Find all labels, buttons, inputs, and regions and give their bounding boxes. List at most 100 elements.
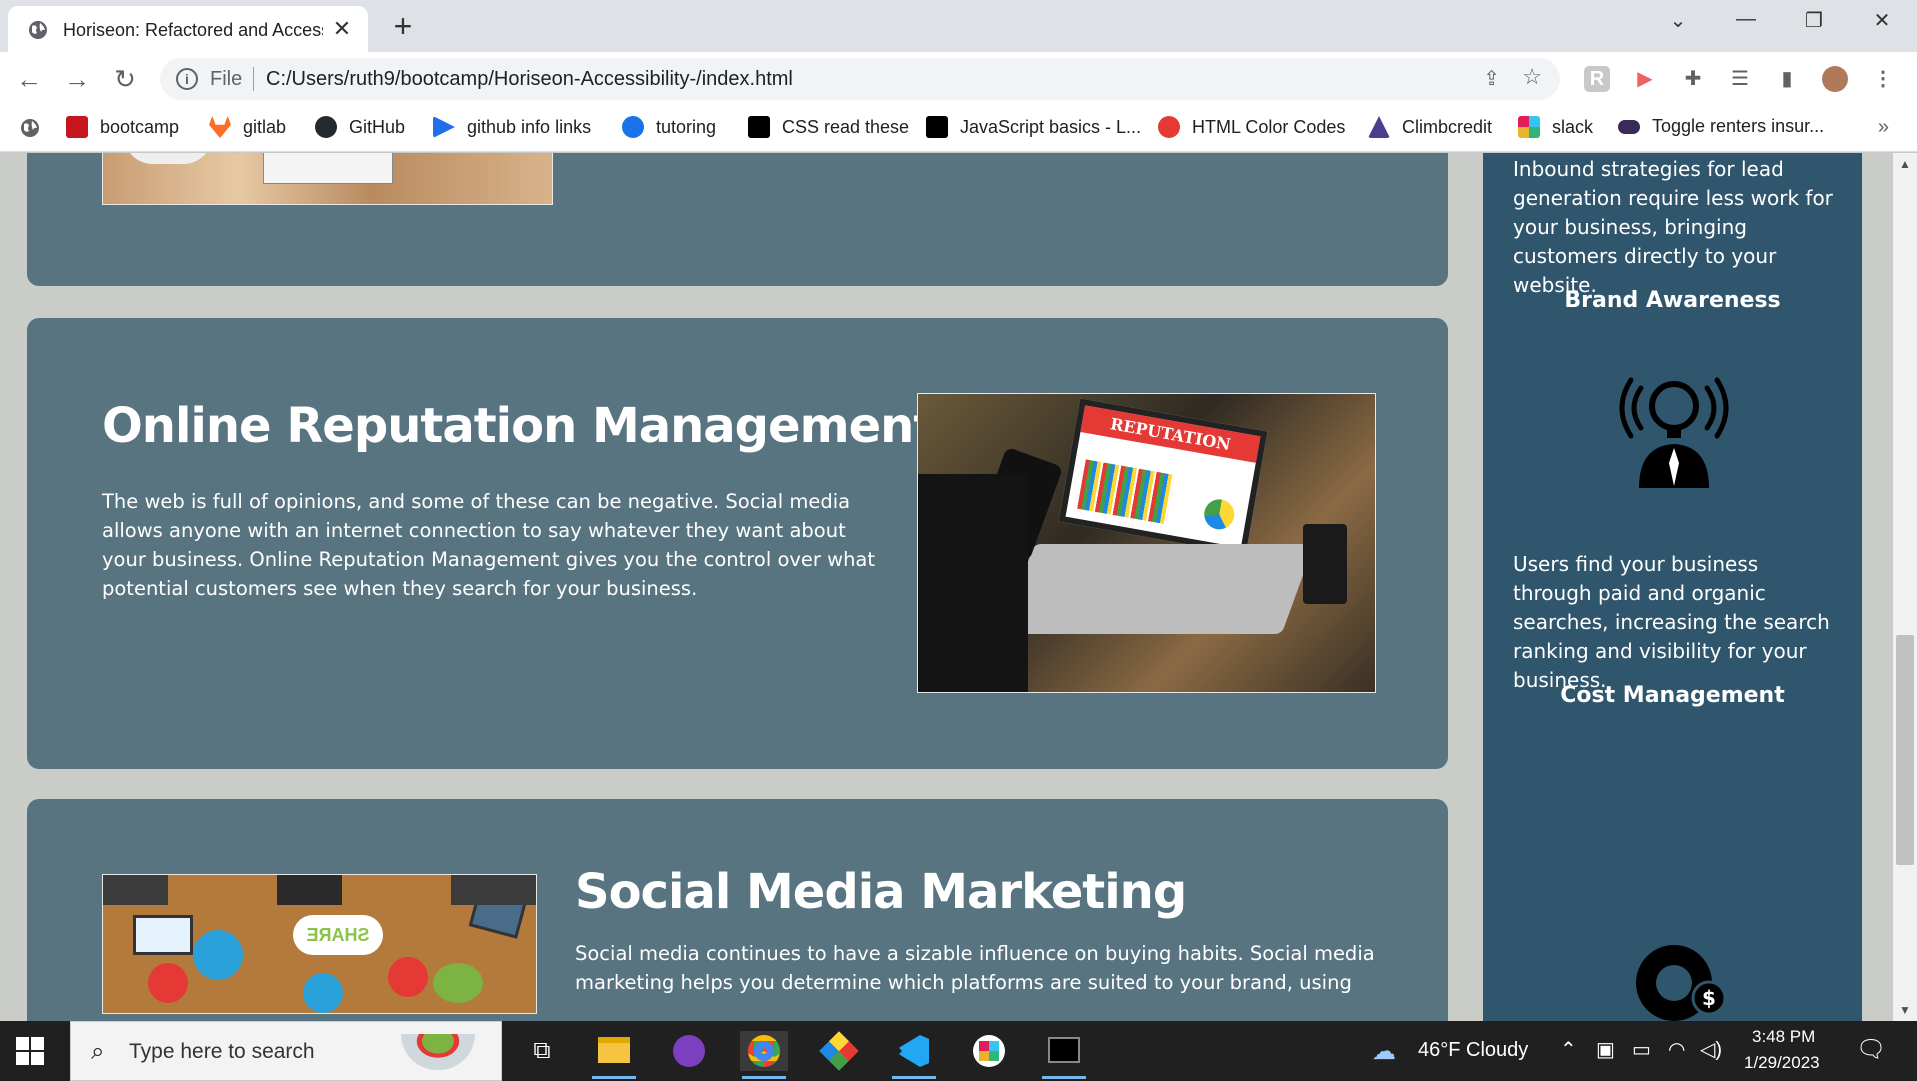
benefits-sidebar: Inbound strategies for lead generation r… [1483,153,1862,1021]
scrollbar-thumb[interactable] [1896,635,1914,865]
windows-start-icon[interactable] [16,1037,44,1065]
tab-strip: Horiseon: Refactored and Accessible ✕ + … [0,0,1917,52]
brand-awareness-icon [1619,377,1729,488]
scroll-up-icon[interactable]: ▲ [1893,157,1917,171]
chart-graphic [1077,459,1175,525]
extensions-puzzle-icon[interactable]: ✚ [1680,66,1706,92]
cost-management-icon: $ [1636,945,1727,1021]
info-icon[interactable]: i [176,68,198,90]
bookmark-toggle-renters[interactable]: Toggle renters insur... [1618,116,1824,137]
lead-generation-card [27,153,1448,286]
reading-list-icon[interactable]: ☰ [1727,66,1753,92]
scroll-down-icon[interactable]: ▼ [1893,1003,1917,1017]
github-icon [315,116,337,138]
address-bar[interactable]: i File C:/Users/ruth9/bootcamp/Horiseon-… [160,58,1560,100]
clock-time[interactable]: 3:48 PM [1752,1027,1815,1047]
extension-r-icon[interactable]: R [1584,66,1610,92]
extension-play-icon[interactable]: ▶ [1632,66,1658,92]
side-panel-icon[interactable]: ▮ [1774,66,1800,92]
windows-taskbar: ⌕ Type here to search ⧉ ☁ 46°F Cloudy ⌃ … [0,1021,1917,1081]
meet-now-icon[interactable]: ▣ [1596,1037,1615,1062]
share-bubble: SHARE [293,915,383,955]
tablet-shape [133,915,193,955]
tab-search-chevron-icon[interactable]: ⌄ [1658,8,1698,33]
more-bookmarks-chevron-icon[interactable]: » [1878,116,1889,139]
page-viewport: Online Reputation Management The web is … [0,153,1893,1021]
globe-icon [29,21,47,39]
climbcredit-icon [1368,116,1390,138]
taskbar-search-box[interactable]: ⌕ Type here to search [70,1021,502,1081]
reputation-heading: Online Reputation Management [102,398,936,454]
chrome-icon[interactable] [740,1031,788,1079]
gitlab-icon [209,116,231,138]
tutoring-icon [622,116,644,138]
show-hidden-icons-chevron[interactable]: ⌃ [1560,1037,1577,1062]
bookmarks-bar: bootcamp gitlab GitHub github info links… [0,106,1917,152]
new-tab-button[interactable]: + [388,8,418,45]
salad-bowl-icon [401,1034,475,1070]
forward-arrow-icon[interactable]: → [62,64,92,94]
cost-management-heading: Cost Management [1560,683,1785,708]
reputation-banner: REPUTATION [1080,405,1261,463]
battery-icon[interactable]: ▭ [1632,1037,1651,1062]
laptop-keyboard [1001,544,1315,634]
bookmark-slack[interactable]: slack [1518,116,1593,138]
html-color-codes-icon [1158,116,1180,138]
brand-awareness-heading: Brand Awareness [1564,288,1781,313]
profile-avatar[interactable] [1822,66,1848,92]
close-tab-icon[interactable]: ✕ [330,16,354,42]
bookmark-star-icon[interactable]: ☆ [1522,64,1542,90]
task-view-icon[interactable]: ⧉ [518,1031,566,1071]
globe-icon[interactable] [20,118,40,138]
lead-generation-text: Inbound strategies for lead generation r… [1513,157,1833,297]
url-text[interactable]: C:/Users/ruth9/bootcamp/Horiseon-Accessi… [266,68,793,91]
bookmark-tutoring[interactable]: tutoring [622,116,716,138]
terminal-icon[interactable] [1040,1031,1088,1079]
bookmark-github-info-links[interactable]: github info links [433,116,591,138]
browser-toolbar: ← → ↻ i File C:/Users/ruth9/bootcamp/Hor… [0,52,1917,106]
weather-cloud-icon[interactable]: ☁ [1372,1037,1396,1066]
bookmark-climbcredit[interactable]: Climbcredit [1368,116,1492,138]
tab-title: Horiseon: Refactored and Accessible [63,20,323,40]
coffee-mug [1303,524,1347,604]
page-scrollbar[interactable]: ▲ ▼ [1893,153,1917,1021]
bookmark-css-read-these[interactable]: CSS read these [748,116,909,138]
slack-app-icon[interactable] [965,1031,1013,1071]
bookmark-gitlab[interactable]: gitlab [209,116,286,138]
volume-icon[interactable]: ◁) [1700,1037,1722,1062]
github-desktop-icon[interactable] [665,1031,713,1071]
arm-shape [918,474,1028,692]
share-icon[interactable]: ⇪ [1483,66,1500,91]
taskbar-search-placeholder: Type here to search [129,1040,315,1063]
cloud-circle [193,930,243,980]
bookmark-html-color-codes[interactable]: HTML Color Codes [1158,116,1345,138]
social-media-photo: SHARE [102,874,537,1014]
restore-button[interactable]: ❐ [1794,8,1834,33]
social-media-body: Social media continues to have a sizable… [575,942,1375,994]
clock-date[interactable]: 1/29/2023 [1744,1053,1820,1073]
bookmark-github[interactable]: GitHub [315,116,405,138]
reputation-card: Online Reputation Management The web is … [27,318,1448,769]
social-media-heading: Social Media Marketing [575,864,1187,920]
menu-kebab-icon[interactable]: ⋮ [1870,66,1896,92]
reputation-body: The web is full of opinions, and some of… [102,490,876,600]
bootcamp-icon [66,116,88,138]
browser-tab[interactable]: Horiseon: Refactored and Accessible ✕ [8,6,368,52]
reload-icon[interactable]: ↻ [110,64,140,94]
bookmark-bootcamp[interactable]: bootcamp [66,116,179,138]
minimize-button[interactable]: — [1726,8,1766,31]
wifi-icon[interactable]: ◠ [1668,1037,1685,1062]
bookmark-javascript-basics[interactable]: JavaScript basics - L... [926,116,1141,138]
laptop-screen: REPUTATION [1058,398,1268,555]
close-window-button[interactable]: ✕ [1862,8,1902,33]
gitkraken-icon[interactable] [815,1031,863,1071]
url-separator [253,67,254,91]
plant-circle [433,963,483,1003]
notifications-icon[interactable]: 🗨 [1856,1035,1886,1064]
back-arrow-icon[interactable]: ← [14,64,44,94]
vscode-icon[interactable] [890,1031,938,1079]
medium-icon [926,116,948,138]
file-explorer-icon[interactable] [590,1031,638,1079]
weather-text[interactable]: 46°F Cloudy [1418,1039,1528,1062]
medium-icon [748,116,770,138]
